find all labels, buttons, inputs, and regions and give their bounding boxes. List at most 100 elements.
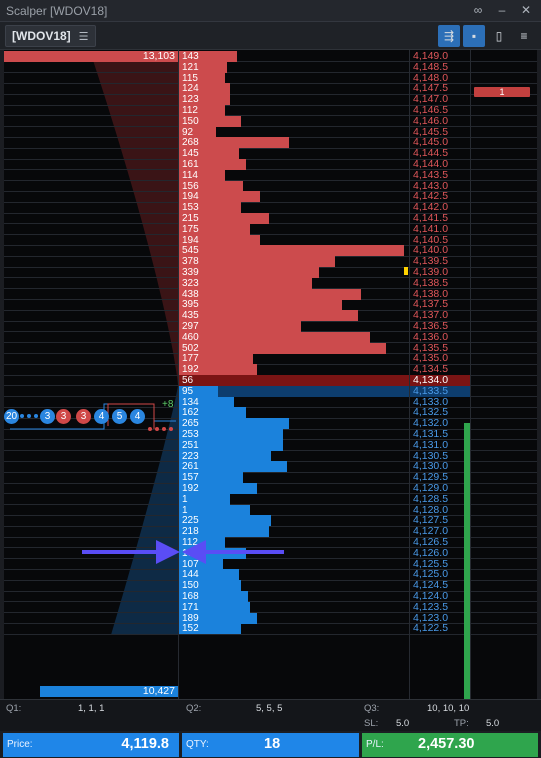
q1-label: Q1: bbox=[6, 703, 22, 714]
ask-qty[interactable]: 339 bbox=[179, 267, 199, 278]
queue-dot-red bbox=[162, 427, 166, 431]
queue-order-circle[interactable]: 4 bbox=[94, 409, 109, 424]
ask-qty[interactable]: 268 bbox=[179, 137, 199, 148]
price-value: 4,119.8 bbox=[121, 736, 169, 752]
queue-dot bbox=[27, 414, 31, 418]
delta-label: +8 bbox=[162, 399, 174, 410]
ask-qty[interactable]: 150 bbox=[179, 116, 199, 127]
ask-qty[interactable]: 395 bbox=[179, 299, 199, 310]
ask-qty[interactable]: 112 bbox=[179, 105, 198, 116]
column-divider bbox=[409, 50, 410, 699]
bid-qty[interactable]: 218 bbox=[179, 526, 199, 537]
ask-qty[interactable]: 435 bbox=[179, 310, 199, 321]
bid-qty[interactable]: 1 bbox=[179, 505, 188, 516]
qty-box[interactable]: QTY: 18 bbox=[182, 733, 359, 757]
queue-order-circle[interactable]: 3 bbox=[40, 409, 55, 424]
ask-qty[interactable]: 123 bbox=[179, 94, 199, 105]
ask-qty[interactable]: 194 bbox=[179, 235, 199, 246]
q2-value[interactable]: 5, 5, 5 bbox=[256, 700, 282, 718]
ladder-layout-icon[interactable]: ⇶ bbox=[438, 25, 460, 47]
ask-total-bar: 13,103 bbox=[4, 51, 178, 62]
ask-size-bar bbox=[179, 331, 370, 343]
bid-qty[interactable]: 144 bbox=[179, 569, 199, 580]
ask-qty[interactable]: 297 bbox=[179, 321, 199, 332]
queue-order-circle[interactable]: 4 bbox=[130, 409, 145, 424]
pl-label: P/L: bbox=[366, 739, 384, 750]
pl-value: 2,457.30 bbox=[418, 736, 475, 752]
queue-order-circle[interactable]: 3 bbox=[76, 409, 91, 424]
ask-size-bar bbox=[179, 288, 361, 300]
qty-value: 18 bbox=[264, 736, 281, 752]
bid-qty[interactable]: 261 bbox=[179, 461, 199, 472]
ask-qty[interactable]: 124 bbox=[179, 83, 199, 94]
mouse-icon[interactable]: ▯ bbox=[488, 25, 510, 47]
ask-qty[interactable]: 177 bbox=[179, 353, 199, 364]
ask-size-bar bbox=[179, 310, 359, 322]
ask-qty[interactable]: 161 bbox=[179, 159, 199, 170]
ask-qty[interactable]: 460 bbox=[179, 332, 199, 343]
link-icon[interactable]: ∞ bbox=[471, 3, 485, 17]
column-divider bbox=[178, 50, 179, 699]
last-qty[interactable]: 56 bbox=[179, 375, 193, 386]
ask-size-bar bbox=[179, 267, 320, 278]
working-order-chip[interactable]: 1 bbox=[474, 87, 530, 97]
menu-icon[interactable]: ≡ bbox=[513, 25, 535, 47]
queue-order-circle[interactable]: 5 bbox=[112, 409, 127, 424]
q1-value[interactable]: 1, 1, 1 bbox=[78, 700, 104, 718]
bid-qty[interactable]: 189 bbox=[179, 613, 199, 624]
sl-tp-row: SL: 5.0 TP: 5.0 bbox=[0, 717, 541, 731]
ask-qty[interactable]: 378 bbox=[179, 256, 199, 267]
price-label: Price: bbox=[7, 739, 33, 750]
ask-size-bar bbox=[179, 256, 336, 268]
toolbar: [WDOV18] ☰ ⇶ ▪ ▯ ≡ bbox=[0, 22, 541, 50]
queue-dot-red bbox=[148, 427, 152, 431]
bid-qty[interactable]: 150 bbox=[179, 580, 199, 591]
close-icon[interactable]: ✕ bbox=[519, 3, 533, 17]
toolbar-actions: ⇶ ▪ ▯ ≡ bbox=[438, 25, 535, 47]
ask-qty[interactable]: 115 bbox=[179, 73, 198, 84]
ask-qty[interactable]: 545 bbox=[179, 245, 199, 256]
ask-qty[interactable]: 502 bbox=[179, 343, 199, 354]
window-title: Scalper [WDOV18] bbox=[6, 4, 108, 18]
ask-qty[interactable]: 323 bbox=[179, 278, 199, 289]
bid-qty[interactable]: 152 bbox=[179, 623, 199, 634]
bid-qty[interactable]: 1 bbox=[179, 494, 188, 505]
ask-size-bar bbox=[179, 299, 343, 311]
bid-qty[interactable]: 168 bbox=[179, 591, 199, 602]
queue-dot-red bbox=[155, 427, 159, 431]
list-icon: ☰ bbox=[78, 30, 89, 43]
queue-dot-red bbox=[169, 427, 173, 431]
bid-qty[interactable]: 157 bbox=[179, 472, 199, 483]
ask-qty[interactable]: 114 bbox=[179, 170, 198, 181]
ask-qty[interactable]: 153 bbox=[179, 202, 199, 213]
ask-qty[interactable]: 143 bbox=[179, 51, 199, 62]
ask-qty[interactable]: 175 bbox=[179, 224, 199, 235]
ask-qty[interactable]: 92 bbox=[179, 127, 193, 138]
bid-qty[interactable]: 223 bbox=[179, 451, 199, 462]
symbol-label: [WDOV18] bbox=[12, 29, 71, 43]
ask-depth-area bbox=[90, 51, 178, 385]
price-box[interactable]: Price: 4,119.8 bbox=[3, 733, 179, 757]
queue-order-circle[interactable]: 3 bbox=[56, 409, 71, 424]
ask-size-bar bbox=[179, 277, 313, 289]
price-ladder: 143 4,149.0 121 4,148.5 115 4,148.0 124 4,147.5… bbox=[4, 50, 537, 699]
ask-qty[interactable]: 438 bbox=[179, 289, 199, 300]
ask-qty[interactable]: 121 bbox=[179, 62, 199, 73]
ask-qty[interactable]: 194 bbox=[179, 191, 199, 202]
orders-view-icon[interactable]: ▪ bbox=[463, 25, 485, 47]
queue-order-circle[interactable]: 20 bbox=[4, 409, 19, 424]
price-arrow-icon bbox=[82, 540, 284, 564]
bid-qty[interactable]: 171 bbox=[179, 602, 199, 613]
minimize-icon[interactable]: – bbox=[495, 3, 509, 17]
symbol-selector[interactable]: [WDOV18] ☰ bbox=[5, 25, 96, 47]
bid-price[interactable]: 4,122.5 bbox=[410, 623, 470, 634]
queue-dot bbox=[20, 414, 24, 418]
ask-qty[interactable]: 192 bbox=[179, 364, 199, 375]
ask-size-bar bbox=[179, 245, 405, 257]
bid-qty[interactable]: 192 bbox=[179, 483, 199, 494]
bid-qty[interactable]: 251 bbox=[179, 440, 199, 451]
ask-qty[interactable]: 156 bbox=[179, 181, 199, 192]
bid-qty[interactable]: 225 bbox=[179, 515, 199, 526]
ask-qty[interactable]: 145 bbox=[179, 148, 199, 159]
ask-qty[interactable]: 215 bbox=[179, 213, 199, 224]
